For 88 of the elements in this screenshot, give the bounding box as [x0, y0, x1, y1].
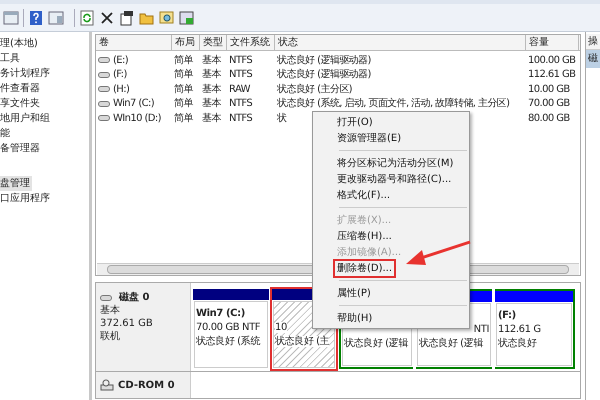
- tree-item[interactable]: 能: [0, 126, 12, 141]
- table-cell-text: 状态良好 (逻辑驱动器): [277, 68, 371, 82]
- drive-icon: [100, 294, 112, 300]
- help-icon[interactable]: [28, 10, 44, 26]
- partition-size: 112.61 G: [498, 324, 541, 335]
- table-cell-text: 112.61 GB: [528, 68, 576, 82]
- table-cell-text: 70.00 GB: [528, 97, 570, 112]
- column-header[interactable]: 容量: [526, 35, 579, 50]
- tree-item[interactable]: 口应用程序: [0, 191, 52, 206]
- partition-name: (F:): [498, 310, 516, 321]
- drive-icon: [98, 72, 110, 78]
- properties-icon[interactable]: [119, 10, 135, 26]
- table-cell-text: 简单: [174, 68, 193, 82]
- partition-size: NTI: [474, 324, 489, 335]
- tree-item[interactable]: 理(本地): [0, 36, 40, 51]
- table-cell-text: Win7 (C:): [113, 97, 154, 112]
- table-cell-text: 简单: [174, 54, 193, 68]
- tree-item[interactable]: 地用户和组: [0, 111, 52, 126]
- actions-header: 操: [586, 34, 600, 50]
- disk-settings-icon[interactable]: [179, 10, 195, 26]
- partition-name: Win7 (C:): [196, 308, 245, 319]
- column-header[interactable]: 状态: [275, 35, 526, 50]
- table-cell-text: RAW: [229, 82, 250, 97]
- table-cell-text: 80.00 GB: [528, 112, 570, 126]
- table-cell-text: 基本: [202, 112, 221, 126]
- table-cell-text: WIn10 (D:): [113, 112, 161, 126]
- menu-item[interactable]: 压缩卷(H)...: [335, 228, 394, 244]
- partition-status: 状态良好 (系统: [196, 336, 260, 347]
- column-header[interactable]: 卷: [96, 35, 172, 50]
- cd-drive-icon: [100, 379, 114, 392]
- tree-item[interactable]: 享文件夹: [0, 96, 42, 111]
- drive-icon: [98, 115, 110, 122]
- menu-item[interactable]: 格式化(F)...: [335, 188, 392, 202]
- table-cell-text: NTFS: [229, 112, 252, 126]
- table-cell-text: 100.00 GB: [528, 54, 576, 68]
- window-icon[interactable]: [48, 10, 64, 26]
- partition-status: 状态良好 (逻辑: [344, 338, 408, 349]
- disk-type: 基本: [100, 304, 121, 317]
- table-cell-text: 简单: [174, 82, 193, 97]
- partition-size: 10: [275, 322, 287, 333]
- partition-status: 状态良好 (主: [275, 336, 330, 347]
- actions-item[interactable]: 磁: [586, 50, 600, 68]
- drive-icon: [98, 86, 110, 92]
- table-cell-text: 状态良好 (系统, 启动, 页面文件, 活动, 故障转储, 主分区): [277, 96, 510, 112]
- table-cell-text: (F:): [113, 68, 127, 82]
- cdrom-name: CD-ROM 0: [118, 378, 175, 393]
- menu-item[interactable]: 将分区标记为活动分区(M): [335, 156, 456, 170]
- table-cell-text: 状: [277, 112, 286, 126]
- table-cell-text: 基本: [202, 54, 221, 68]
- table-cell-text: 状态良好 (逻辑驱动器): [277, 54, 371, 68]
- window-icon[interactable]: [3, 10, 19, 26]
- tree-item[interactable]: 件查看器: [0, 81, 42, 96]
- table-cell-text: 基本: [202, 82, 221, 97]
- table-cell-text: (H:): [113, 82, 130, 97]
- tree-item[interactable]: 备管理器: [0, 141, 42, 156]
- table-cell-text: 简单: [174, 96, 193, 112]
- drive-icon: [98, 57, 110, 64]
- table-cell-text: NTFS: [229, 68, 252, 82]
- close-icon[interactable]: [99, 10, 115, 26]
- menu-item[interactable]: 打开(O): [335, 114, 375, 130]
- disk-size: 372.61 GB: [100, 317, 154, 330]
- partition-status: 状态良好: [498, 338, 536, 349]
- menu-item[interactable]: 删除卷(D)...: [335, 260, 394, 276]
- column-header[interactable]: 文件系统: [227, 35, 275, 50]
- disk-name: 磁盘 0: [119, 291, 150, 304]
- table-cell-text: 基本: [202, 68, 221, 82]
- drive-icon: [98, 100, 110, 107]
- tree-item[interactable]: 工具: [0, 51, 22, 66]
- partition-size: 70.00 GB NTF: [196, 322, 260, 333]
- table-cell-text: NTFS: [229, 54, 252, 68]
- search-icon[interactable]: [159, 10, 175, 26]
- refresh-icon[interactable]: [79, 10, 95, 26]
- table-cell-text: 基本: [202, 96, 221, 112]
- partition[interactable]: (F:) 112.61 G 状态良好: [495, 289, 575, 369]
- tree-item[interactable]: 务计划程序: [0, 66, 52, 81]
- tree-item[interactable]: 盘管理: [0, 176, 32, 191]
- column-header[interactable]: 布局: [172, 35, 200, 50]
- disk-status: 联机: [100, 330, 121, 343]
- menu-item[interactable]: 资源管理器(E): [335, 130, 404, 146]
- table-cell-text: 简单: [174, 112, 193, 126]
- table-cell-text: 状态良好 (主分区): [277, 82, 352, 97]
- table-cell-text: NTFS: [229, 97, 252, 112]
- partition-status: 状态良好 (逻辑: [419, 338, 483, 349]
- column-header[interactable]: 类型: [200, 35, 227, 50]
- table-cell-text: 10.00 GB: [528, 82, 570, 97]
- menu-item[interactable]: 更改驱动器号和路径(C)...: [335, 172, 454, 186]
- table-cell-text: (E:): [113, 54, 128, 68]
- arrow-annotation: [405, 240, 471, 268]
